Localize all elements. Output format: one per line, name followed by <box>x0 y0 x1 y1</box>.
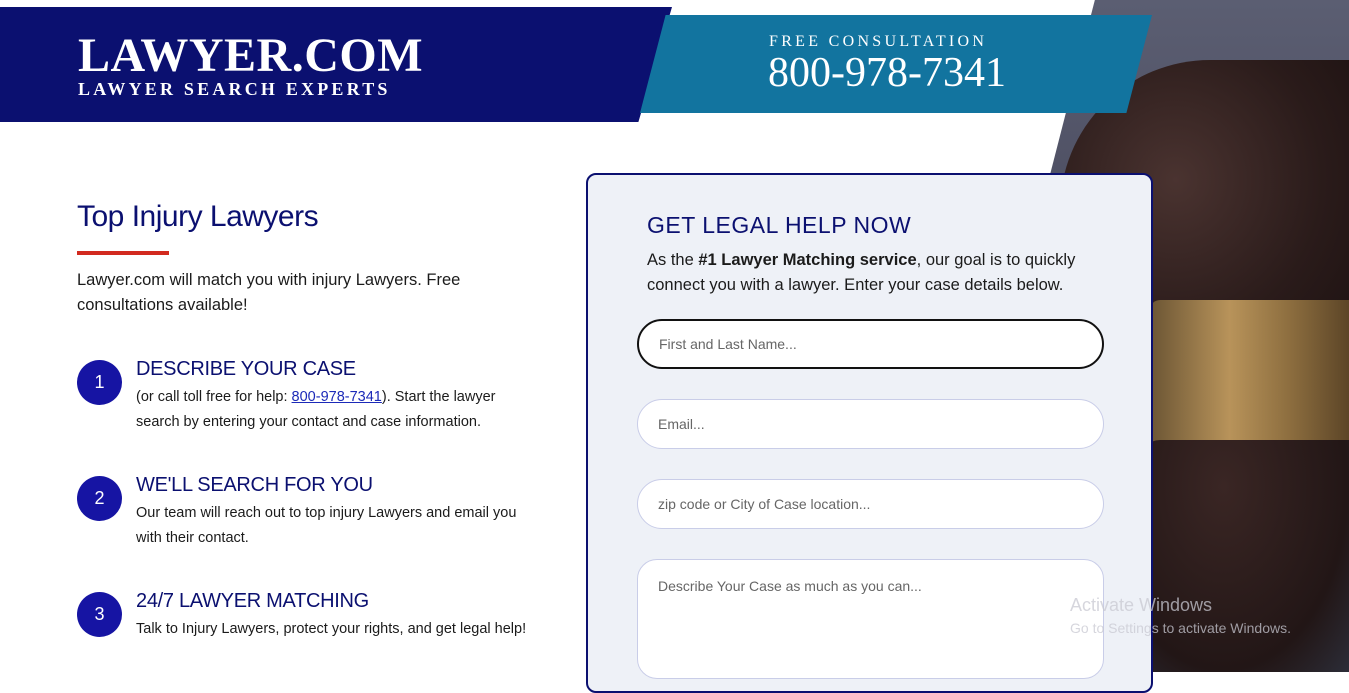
form-intro-prefix: As the <box>647 251 699 269</box>
title-underline <box>77 251 169 255</box>
zip-input[interactable] <box>637 479 1104 529</box>
step-description: Our team will reach out to top injury La… <box>136 505 517 546</box>
form-intro: As the #1 Lawyer Matching service, our g… <box>647 248 1107 298</box>
consultation-phone-link[interactable]: 800-978-7341 <box>768 52 1006 94</box>
gavel-lower-image <box>1140 440 1349 672</box>
brand-tagline: LAWYER SEARCH EXPERTS <box>78 79 391 99</box>
name-input[interactable] <box>637 319 1104 369</box>
page-title: Top Injury Lawyers <box>77 200 319 233</box>
step-title: 24/7 LAWYER MATCHING <box>136 590 369 612</box>
phone-link[interactable]: 800-978-7341 <box>292 389 382 405</box>
step-number-badge: 3 <box>77 592 122 637</box>
gavel-band-image <box>1150 300 1349 460</box>
step-description: (or call toll free for help: 800-978-734… <box>136 385 536 435</box>
form-heading: GET LEGAL HELP NOW <box>647 212 912 238</box>
step-number-badge: 1 <box>77 360 122 405</box>
case-description-input[interactable] <box>637 559 1104 679</box>
step-title: DESCRIBE YOUR CASE <box>136 358 356 380</box>
activate-windows-title: Activate Windows <box>1070 595 1213 615</box>
form-intro-bold: #1 Lawyer Matching service <box>698 251 917 269</box>
consultation-label: FREE CONSULTATION <box>769 33 988 50</box>
email-input[interactable] <box>637 399 1104 449</box>
step-number-badge: 2 <box>77 476 122 521</box>
step-desc-prefix: (or call toll free for help: <box>136 389 292 405</box>
intro-text: Lawyer.com will match you with injury La… <box>77 271 461 314</box>
brand-logo-text[interactable]: LAWYER.COM <box>78 32 423 80</box>
activate-windows-subtitle: Go to Settings to activate Windows. <box>1070 620 1291 636</box>
step-description: Talk to Injury Lawyers, protect your rig… <box>136 621 527 637</box>
step-title: WE'LL SEARCH FOR YOU <box>136 474 373 496</box>
